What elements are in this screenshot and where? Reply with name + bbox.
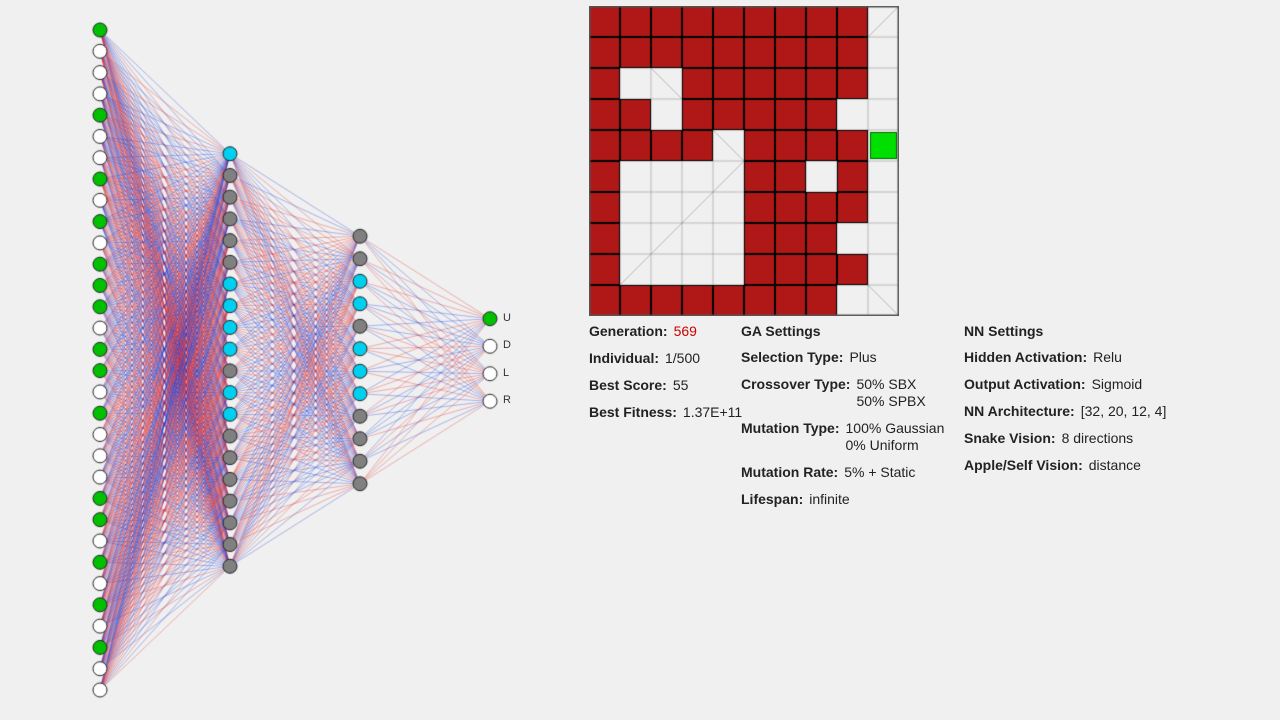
mutation-type-label: Mutation Type: [741, 420, 840, 454]
nn-settings-header: NN Settings [964, 323, 1174, 339]
snake-game-board [589, 6, 899, 316]
ga-settings-column: GA Settings Selection Type: Plus Crossov… [741, 323, 964, 518]
best-fitness-value: 1.37E+11 [683, 404, 742, 421]
output-label-r: R [503, 394, 511, 406]
mutation-rate-label: Mutation Rate: [741, 464, 838, 481]
output-activation-label: Output Activation: [964, 376, 1086, 393]
individual-label: Individual: [589, 350, 659, 367]
hidden-activation-value: Relu [1093, 349, 1122, 366]
training-stats-column: Generation: 569 Individual: 1/500 Best S… [589, 323, 741, 518]
output-activation-value: Sigmoid [1092, 376, 1143, 393]
snake-vision-value: 8 directions [1062, 430, 1134, 447]
generation-value: 569 [674, 323, 697, 340]
output-label-d: D [503, 339, 511, 351]
best-score-label: Best Score: [589, 377, 667, 394]
crossover-type-label: Crossover Type: [741, 376, 850, 410]
ga-settings-header: GA Settings [741, 323, 964, 339]
lifespan-label: Lifespan: [741, 491, 803, 508]
snake-vision-label: Snake Vision: [964, 430, 1056, 447]
lifespan-value: infinite [809, 491, 849, 508]
output-label-l: L [503, 367, 509, 379]
stats-panel: Generation: 569 Individual: 1/500 Best S… [589, 323, 1209, 518]
mutation-type-value: 100% Gaussian 0% Uniform [846, 420, 945, 454]
neural-network-visualization [60, 10, 530, 710]
selection-type-value: Plus [849, 349, 876, 366]
hidden-activation-label: Hidden Activation: [964, 349, 1087, 366]
nn-architecture-label: NN Architecture: [964, 403, 1075, 420]
mutation-rate-value: 5% + Static [844, 464, 915, 481]
apple-self-vision-label: Apple/Self Vision: [964, 457, 1083, 474]
best-score-value: 55 [673, 377, 689, 394]
nn-architecture-value: [32, 20, 12, 4] [1081, 403, 1167, 420]
individual-value: 1/500 [665, 350, 700, 367]
nn-settings-column: NN Settings Hidden Activation: Relu Outp… [964, 323, 1174, 518]
apple-self-vision-value: distance [1089, 457, 1141, 474]
selection-type-label: Selection Type: [741, 349, 843, 366]
best-fitness-label: Best Fitness: [589, 404, 677, 421]
crossover-type-value: 50% SBX 50% SPBX [856, 376, 925, 410]
generation-label: Generation: [589, 323, 668, 340]
output-label-u: U [503, 312, 511, 324]
